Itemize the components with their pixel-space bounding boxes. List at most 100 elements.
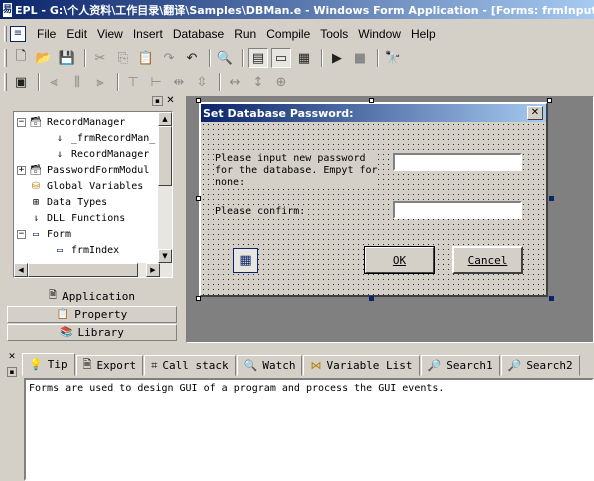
tree-item[interactable]: + 🗃 PasswordFormModul bbox=[17, 162, 149, 178]
form-design-icon[interactable]: ▣ bbox=[11, 72, 31, 92]
tree-item[interactable]: ⇂ DLL Functions bbox=[29, 210, 125, 226]
tree-expander[interactable]: + bbox=[17, 165, 26, 175]
run-icon[interactable]: ▶ bbox=[327, 48, 347, 68]
tab-export[interactable]: 🗎 Export bbox=[75, 355, 144, 376]
form-client-area[interactable]: Please input new password for the databa… bbox=[201, 122, 546, 295]
menu-grip[interactable] bbox=[4, 25, 7, 42]
same-height-icon[interactable]: ↕ bbox=[248, 72, 268, 92]
resize-handle[interactable] bbox=[196, 196, 201, 201]
space-horiz-icon[interactable]: ⇹ bbox=[169, 72, 189, 92]
align-top-icon[interactable]: ⊤ bbox=[123, 72, 143, 92]
scroll-down-arrow-icon[interactable]: ▼ bbox=[158, 249, 172, 263]
tab-property[interactable]: 📋 Property bbox=[7, 306, 177, 323]
menu-view[interactable]: View bbox=[92, 27, 128, 41]
menu-database[interactable]: Database bbox=[168, 27, 229, 41]
layout-1-icon[interactable]: ▤ bbox=[248, 48, 268, 68]
resize-handle[interactable] bbox=[549, 196, 554, 201]
stop-icon[interactable]: ■ bbox=[350, 48, 370, 68]
same-width-icon[interactable]: ↔ bbox=[225, 72, 245, 92]
db-icon: 🗃 bbox=[29, 164, 43, 176]
designed-form[interactable]: Set Database Password: ✕ Please input ne… bbox=[199, 102, 548, 297]
scroll-up-arrow-icon[interactable]: ▲ bbox=[158, 112, 172, 126]
panel-splitter[interactable] bbox=[179, 96, 184, 343]
resize-handle[interactable] bbox=[196, 98, 201, 103]
tree-item[interactable]: − 🗃 RecordManager bbox=[17, 114, 125, 130]
tree-expander[interactable]: − bbox=[17, 229, 26, 239]
tree-item[interactable]: ⇓ _frmRecordMan_ bbox=[53, 130, 155, 146]
close-icon[interactable]: ✕ bbox=[527, 106, 543, 120]
confirm-prompt-label[interactable]: Please confirm: bbox=[215, 206, 306, 218]
tree-item[interactable]: − ▭ Form bbox=[17, 226, 71, 242]
layout-3-icon[interactable]: ▦ bbox=[294, 48, 314, 68]
space-vert-icon[interactable]: ⇳ bbox=[192, 72, 212, 92]
scroll-thumb[interactable] bbox=[158, 126, 172, 186]
tab-application[interactable]: 🗎 Application bbox=[7, 288, 177, 305]
password-prompt-label[interactable]: Please input new password for the databa… bbox=[215, 153, 378, 189]
debug-icon[interactable]: 🔭 bbox=[383, 48, 403, 68]
ok-button[interactable]: OK bbox=[364, 246, 435, 274]
panel-restore-icon[interactable]: ▪ bbox=[152, 96, 163, 106]
menu-file[interactable]: File bbox=[32, 27, 61, 41]
menu-compile[interactable]: Compile bbox=[261, 27, 315, 41]
tree-item[interactable]: ⛁ Global Variables bbox=[29, 178, 144, 194]
tab-tip[interactable]: 💡 Tip bbox=[22, 353, 75, 376]
table-control-icon[interactable]: ▦ bbox=[233, 248, 258, 273]
copy-icon[interactable]: ⎘ bbox=[113, 48, 133, 68]
resize-handle[interactable] bbox=[549, 296, 554, 301]
undo-icon[interactable]: ↶ bbox=[182, 48, 202, 68]
scroll-right-arrow-icon[interactable]: ▶ bbox=[146, 263, 160, 277]
pane-close-icon[interactable]: ✕ bbox=[7, 353, 17, 363]
tree-item[interactable]: ⇓ RecordManager bbox=[53, 146, 149, 162]
menu-insert[interactable]: Insert bbox=[128, 27, 168, 41]
scroll-left-arrow-icon[interactable]: ◀ bbox=[14, 263, 28, 277]
form-titlebar[interactable]: Set Database Password: bbox=[201, 104, 546, 122]
paste-icon[interactable]: 📋 bbox=[136, 48, 156, 68]
mdi-document-icon[interactable]: ≡ bbox=[10, 25, 26, 42]
find-icon[interactable]: 🔍 bbox=[215, 48, 235, 68]
tree-item[interactable]: ▭ frmIndex bbox=[53, 242, 119, 258]
tree-expander[interactable]: − bbox=[17, 117, 26, 127]
cut-icon[interactable]: ✂ bbox=[90, 48, 110, 68]
pane-restore-icon[interactable]: ▪ bbox=[7, 367, 17, 377]
panel-close-icon[interactable]: ✕ bbox=[165, 96, 176, 106]
menu-help[interactable]: Help bbox=[406, 27, 441, 41]
tab-search2[interactable]: 🔎 Search2 bbox=[500, 355, 580, 376]
resize-handle[interactable] bbox=[369, 98, 374, 103]
tab-watch[interactable]: 🔍 Watch bbox=[236, 355, 303, 376]
tab-library[interactable]: 📚 Library bbox=[7, 324, 177, 341]
menu-window[interactable]: Window bbox=[353, 27, 406, 41]
align-middle-icon[interactable]: ⊢ bbox=[146, 72, 166, 92]
tab-variable-list[interactable]: ⋈ Variable List bbox=[303, 355, 420, 376]
resize-handle[interactable] bbox=[369, 296, 374, 301]
tree-vertical-scrollbar[interactable]: ▲ ▼ bbox=[158, 112, 172, 263]
tab-search1[interactable]: 🔎 Search1 bbox=[420, 355, 500, 376]
layout-2-icon[interactable]: ▭ bbox=[271, 48, 291, 68]
tab-call-stack[interactable]: ⌗ Call stack bbox=[144, 355, 236, 376]
resize-handle[interactable] bbox=[196, 296, 201, 301]
open-folder-icon[interactable]: 📂 bbox=[34, 48, 54, 68]
tree-item-label: Data Types bbox=[47, 196, 108, 208]
redo-icon[interactable]: ↷ bbox=[159, 48, 179, 68]
align-center-icon[interactable]: ⫼ bbox=[67, 72, 87, 92]
align-left-icon[interactable]: ⫷ bbox=[44, 72, 64, 92]
password-input[interactable] bbox=[393, 153, 522, 171]
scroll-thumb[interactable] bbox=[28, 263, 138, 277]
toolbar-grip[interactable] bbox=[4, 73, 7, 91]
confirm-input[interactable] bbox=[393, 201, 522, 219]
tree-item-label: _frmRecordMan_ bbox=[71, 132, 156, 144]
menu-edit[interactable]: Edit bbox=[61, 27, 92, 41]
resize-handle[interactable] bbox=[547, 98, 552, 103]
menu-run[interactable]: Run bbox=[229, 27, 261, 41]
menu-tools[interactable]: Tools bbox=[315, 27, 353, 41]
new-file-icon[interactable]: 🗋 bbox=[11, 48, 31, 68]
tip-output-box[interactable]: Forms are used to design GUI of a progra… bbox=[24, 378, 594, 481]
sub-icon: ⇓ bbox=[56, 148, 64, 160]
tree-item[interactable]: ⊞ Data Types bbox=[29, 194, 107, 210]
tree-horizontal-scrollbar[interactable]: ◀ ▶ bbox=[14, 263, 172, 277]
toolbar-grip[interactable] bbox=[4, 49, 7, 67]
center-form-icon[interactable]: ⊕ bbox=[271, 72, 291, 92]
save-icon[interactable]: 💾 bbox=[57, 48, 77, 68]
align-right-icon[interactable]: ⫸ bbox=[90, 72, 110, 92]
cancel-button[interactable]: Cancel bbox=[452, 246, 523, 274]
epl-app-icon[interactable]: 易 bbox=[3, 2, 13, 17]
